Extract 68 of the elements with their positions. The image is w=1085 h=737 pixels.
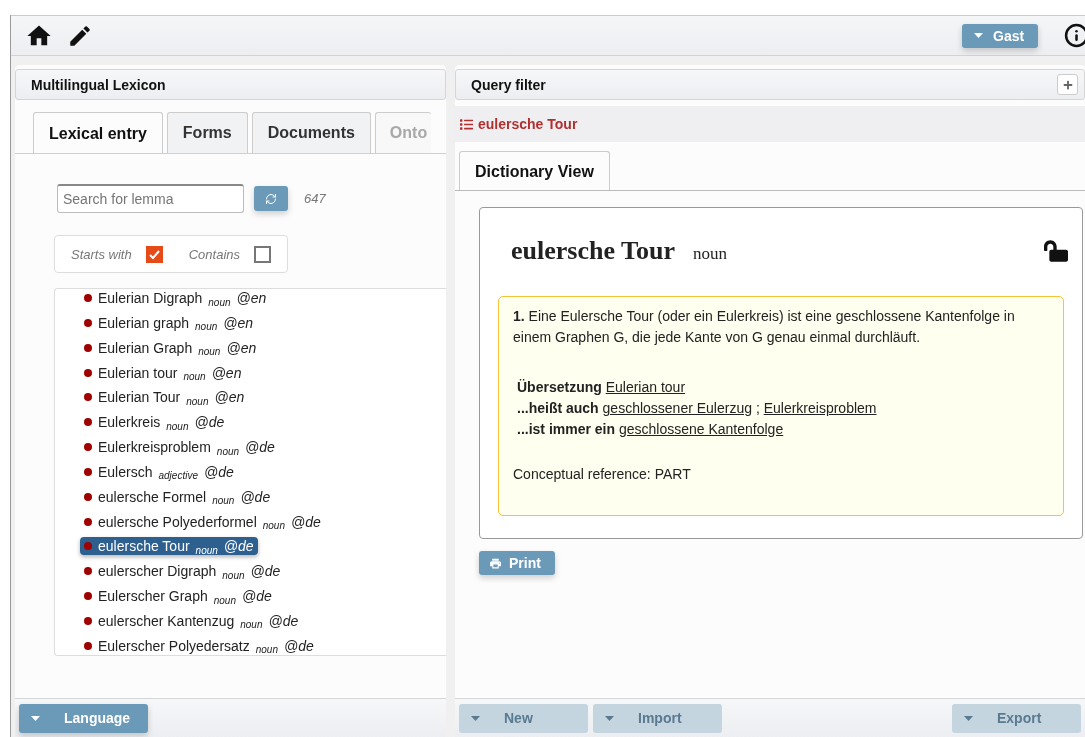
search-field[interactable]: Search for lemma	[57, 184, 244, 213]
bullet-icon	[84, 343, 92, 352]
bullet-icon	[84, 492, 92, 501]
refresh-icon	[265, 192, 277, 205]
relation-link[interactable]: Eulerkreisproblem	[763, 400, 877, 416]
separator: ;	[754, 400, 761, 416]
caret-icon	[974, 33, 983, 38]
filter-label: Contains	[188, 246, 240, 262]
lemma-item[interactable]: eulersche Polyederformel noun @de	[80, 512, 325, 531]
bullet-icon	[84, 592, 92, 601]
part-of-speech: noun	[692, 244, 727, 264]
lemma-item[interactable]: eulersche Tour noun @de	[80, 537, 258, 556]
relation-link[interactable]: Eulerian tour	[605, 379, 686, 395]
bullet-icon	[84, 517, 92, 526]
bullet-icon	[84, 467, 92, 476]
refresh-button[interactable]	[254, 186, 288, 211]
conceptual-reference: Conceptual reference: PART	[513, 465, 692, 484]
printer-icon	[489, 556, 502, 570]
bullet-icon	[84, 393, 92, 402]
relation-link[interactable]: geschlossener Eulerzug	[602, 400, 752, 416]
result-count: 647	[304, 191, 326, 206]
panel-header: Multilingual Lexicon	[15, 69, 446, 100]
lemma-item[interactable]: Eulerian Graph noun @en	[80, 338, 261, 357]
lemma-item[interactable]: Eulerian Digraph noun @en	[80, 289, 271, 307]
bullet-icon	[84, 294, 92, 302]
caret-icon	[605, 715, 614, 721]
relation-label: ...ist immer ein	[517, 421, 616, 437]
bullet-icon	[84, 318, 92, 327]
lemma-item[interactable]: eulersche Formel noun @de	[80, 487, 275, 506]
relation-label: Übersetzung	[517, 379, 602, 395]
checkbox[interactable]	[254, 245, 271, 263]
bullet-icon	[84, 368, 92, 377]
tab[interactable]: Forms	[166, 112, 248, 153]
bullet-icon	[84, 443, 92, 452]
breadcrumb[interactable]: eulersche Tour	[478, 116, 578, 132]
bullet-icon	[84, 616, 92, 625]
unlocked-lock-icon[interactable]	[1044, 239, 1068, 263]
add-button[interactable]	[1057, 74, 1078, 95]
caret-icon	[471, 715, 480, 721]
tab[interactable]: Dictionary View	[459, 151, 610, 190]
lemma-item[interactable]: Eulerkreisproblem noun @de	[80, 438, 279, 457]
lemma-item[interactable]: Eulerian tour noun @en	[80, 363, 246, 382]
relation-label: ...heißt auch	[517, 400, 599, 416]
list-icon	[460, 117, 473, 131]
info-icon[interactable]	[1064, 23, 1085, 48]
panel-header: Query filter	[455, 69, 1085, 100]
bullet-icon	[84, 641, 92, 650]
relation-link[interactable]: geschlossene Kantenfolge	[618, 421, 784, 437]
plus-icon	[1062, 79, 1073, 90]
bullet-icon	[84, 542, 92, 551]
checkbox[interactable]	[145, 245, 163, 263]
lemma-item[interactable]: Eulerscher Graph noun @de	[80, 587, 276, 606]
filter-label: Starts with	[71, 246, 132, 262]
caret-icon	[31, 715, 40, 721]
lemma-item[interactable]: Eulerkreis noun @de	[80, 413, 229, 432]
bullet-icon	[84, 418, 92, 427]
definition-text: 1. Eine Eulersche Tour (oder ein Eulerkreis) ist eine geschlossene Kantenfolge in einem Graphen G, die jede Kante von G genau einmal durchläuft.	[513, 307, 1016, 347]
lemma-item[interactable]: Eulerian graph noun @en	[80, 313, 258, 332]
lemma-item[interactable]: eulerscher Digraph noun @de	[80, 562, 285, 581]
entry-title: eulersche Tour	[511, 236, 675, 266]
lemma-item[interactable]: Eulerian Tour noun @en	[80, 388, 249, 407]
lemma-item[interactable]: eulerscher Kantenzug noun @de	[80, 611, 303, 630]
caret-icon	[964, 715, 973, 721]
bullet-icon	[84, 567, 92, 576]
lemma-item[interactable]: Eulersch adjective @de	[80, 462, 238, 481]
lemma-item[interactable]: Eulerscher Polyedersatz noun @de	[80, 636, 318, 655]
tab[interactable]: Documents	[251, 112, 371, 153]
tab[interactable]: Lexical entry	[33, 112, 163, 153]
